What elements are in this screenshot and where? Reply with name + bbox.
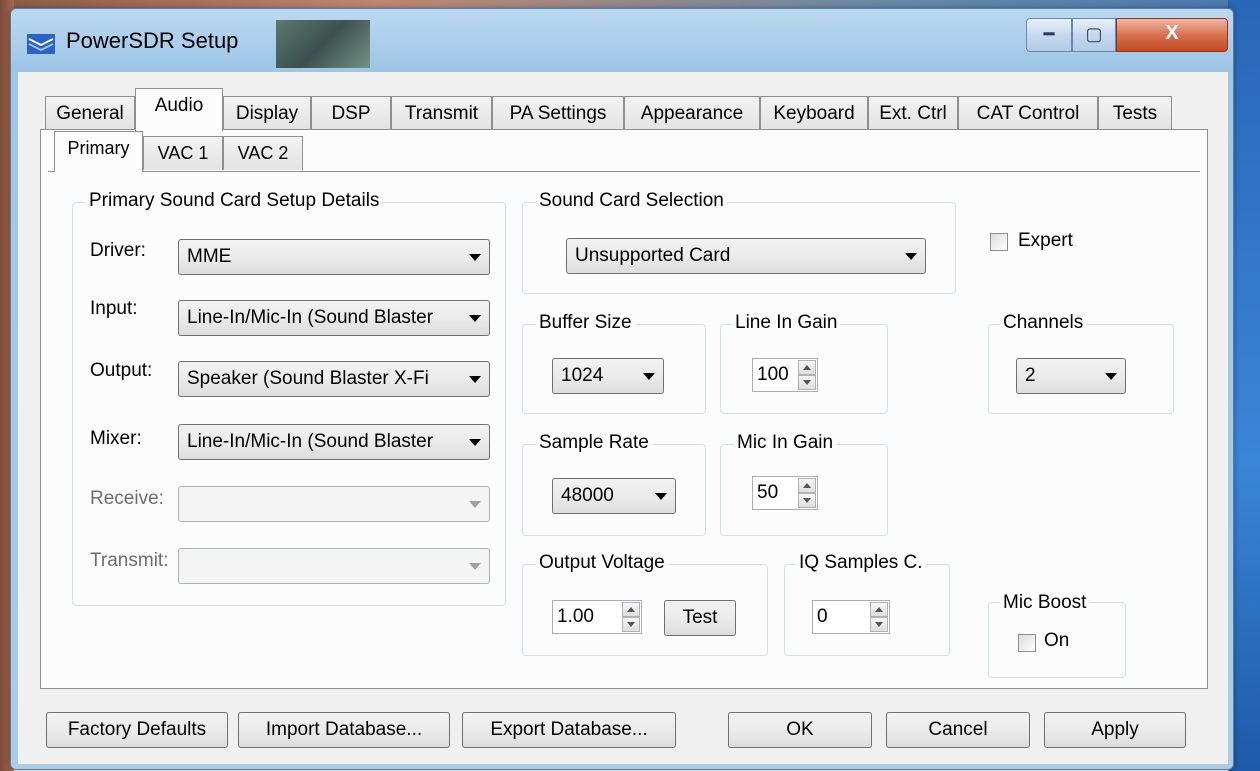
primary-setup-group-title: Primary Sound Card Setup Details <box>86 190 383 212</box>
sample-rate-value: 48000 <box>561 485 614 506</box>
tab-keyboard[interactable]: Keyboard <box>760 96 868 130</box>
dropdown-arrow-icon <box>905 253 917 260</box>
input-select[interactable]: Line-In/Mic-In (Sound Blaster <box>178 300 490 336</box>
tab-general[interactable]: General <box>45 96 135 130</box>
tab-dsp[interactable]: DSP <box>311 96 391 130</box>
sample-rate-select[interactable]: 48000 <box>552 478 676 514</box>
mic-in-gain-value: 50 <box>757 482 779 503</box>
iq-samples-value: 0 <box>817 606 828 627</box>
iq-samples-group-title: IQ Samples C. <box>796 552 926 574</box>
output-voltage-value: 1.00 <box>557 606 594 627</box>
window-title: PowerSDR Setup <box>66 28 239 53</box>
subtab-vac-2[interactable]: VAC 2 <box>223 136 303 170</box>
title-bar-background-art <box>276 20 370 68</box>
sound-card-select[interactable]: Unsupported Card <box>566 238 926 274</box>
subtab-divider <box>48 171 1200 172</box>
tab-appearance[interactable]: Appearance <box>624 96 760 130</box>
test-button[interactable]: Test <box>664 600 736 636</box>
powersdr-app-icon <box>27 34 55 54</box>
tab-ext-ctrl[interactable]: Ext. Ctrl <box>868 96 958 130</box>
output-label: Output: <box>90 360 153 381</box>
mic-boost-on-label: On <box>1044 630 1070 651</box>
cancel-button[interactable]: Cancel <box>886 712 1030 748</box>
spin-up-icon[interactable] <box>798 360 816 375</box>
output-voltage-spinner[interactable]: 1.00 <box>552 600 642 634</box>
driver-value: MME <box>187 246 232 267</box>
dropdown-arrow-icon <box>469 315 481 322</box>
channels-group-title: Channels <box>1000 312 1087 334</box>
close-icon: X <box>1165 22 1179 44</box>
tab-cat-control[interactable]: CAT Control <box>958 96 1098 130</box>
spin-up-icon[interactable] <box>798 478 816 493</box>
maximize-button[interactable]: ▢ <box>1072 18 1116 52</box>
dropdown-arrow-icon <box>469 439 481 446</box>
subtab-vac-1[interactable]: VAC 1 <box>143 136 223 170</box>
mic-boost-on-checkbox[interactable] <box>1018 634 1036 652</box>
maximize-icon: ▢ <box>1085 24 1103 44</box>
iq-samples-spinner[interactable]: 0 <box>812 600 890 634</box>
ok-button[interactable]: OK <box>728 712 872 748</box>
line-in-gain-spinner[interactable]: 100 <box>752 358 818 392</box>
driver-label: Driver: <box>90 240 146 261</box>
mixer-value: Line-In/Mic-In (Sound Blaster <box>187 431 434 452</box>
driver-select[interactable]: MME <box>178 239 490 275</box>
channels-value: 2 <box>1025 365 1036 386</box>
transmit-select[interactable] <box>178 548 490 584</box>
output-select[interactable]: Speaker (Sound Blaster X-Fi <box>178 361 490 397</box>
expert-label: Expert <box>1018 230 1073 251</box>
import-database-button[interactable]: Import Database... <box>238 712 450 748</box>
tab-transmit[interactable]: Transmit <box>391 96 492 130</box>
buffer-size-group-title: Buffer Size <box>536 312 635 334</box>
mic-in-gain-spinner[interactable]: 50 <box>752 476 818 510</box>
dropdown-arrow-icon <box>469 254 481 261</box>
mixer-label: Mixer: <box>90 428 142 449</box>
minimize-button[interactable]: ━ <box>1026 18 1072 52</box>
dropdown-arrow-icon <box>469 501 481 508</box>
tab-pa-settings[interactable]: PA Settings <box>492 96 624 130</box>
dropdown-arrow-icon <box>1105 373 1117 380</box>
expert-checkbox[interactable] <box>990 233 1008 251</box>
transmit-label: Transmit: <box>90 550 169 571</box>
apply-button[interactable]: Apply <box>1044 712 1186 748</box>
spin-up-icon[interactable] <box>870 602 888 617</box>
output-voltage-group-title: Output Voltage <box>536 552 668 574</box>
sound-card-group-title: Sound Card Selection <box>536 190 727 212</box>
spin-down-icon[interactable] <box>622 617 640 632</box>
spin-down-icon[interactable] <box>870 617 888 632</box>
input-label: Input: <box>90 298 138 319</box>
dropdown-arrow-icon <box>469 563 481 570</box>
mic-in-gain-group-title: Mic In Gain <box>734 432 837 454</box>
tab-tests[interactable]: Tests <box>1098 96 1172 130</box>
mic-boost-group-title: Mic Boost <box>1000 592 1090 614</box>
line-in-gain-group-title: Line In Gain <box>732 312 841 334</box>
input-value: Line-In/Mic-In (Sound Blaster <box>187 307 434 328</box>
receive-label: Receive: <box>90 488 164 509</box>
subtab-primary[interactable]: Primary <box>54 131 143 172</box>
dropdown-arrow-icon <box>643 373 655 380</box>
output-value: Speaker (Sound Blaster X-Fi <box>187 368 429 389</box>
export-database-button[interactable]: Export Database... <box>462 712 676 748</box>
spin-up-icon[interactable] <box>622 602 640 617</box>
minimize-icon: ━ <box>1043 24 1055 44</box>
dropdown-arrow-icon <box>655 493 667 500</box>
spin-down-icon[interactable] <box>798 375 816 390</box>
line-in-gain-value: 100 <box>757 364 789 385</box>
factory-defaults-button[interactable]: Factory Defaults <box>46 712 228 748</box>
channels-select[interactable]: 2 <box>1016 358 1126 394</box>
buffer-size-value: 1024 <box>561 365 604 386</box>
dropdown-arrow-icon <box>469 376 481 383</box>
tab-audio[interactable]: Audio <box>135 88 223 131</box>
spin-down-icon[interactable] <box>798 493 816 508</box>
mixer-select[interactable]: Line-In/Mic-In (Sound Blaster <box>178 424 490 460</box>
close-button[interactable]: X <box>1116 18 1228 52</box>
sound-card-value: Unsupported Card <box>575 245 731 266</box>
receive-select[interactable] <box>178 486 490 522</box>
tab-display[interactable]: Display <box>223 96 311 130</box>
sample-rate-group-title: Sample Rate <box>536 432 652 454</box>
buffer-size-select[interactable]: 1024 <box>552 358 664 394</box>
